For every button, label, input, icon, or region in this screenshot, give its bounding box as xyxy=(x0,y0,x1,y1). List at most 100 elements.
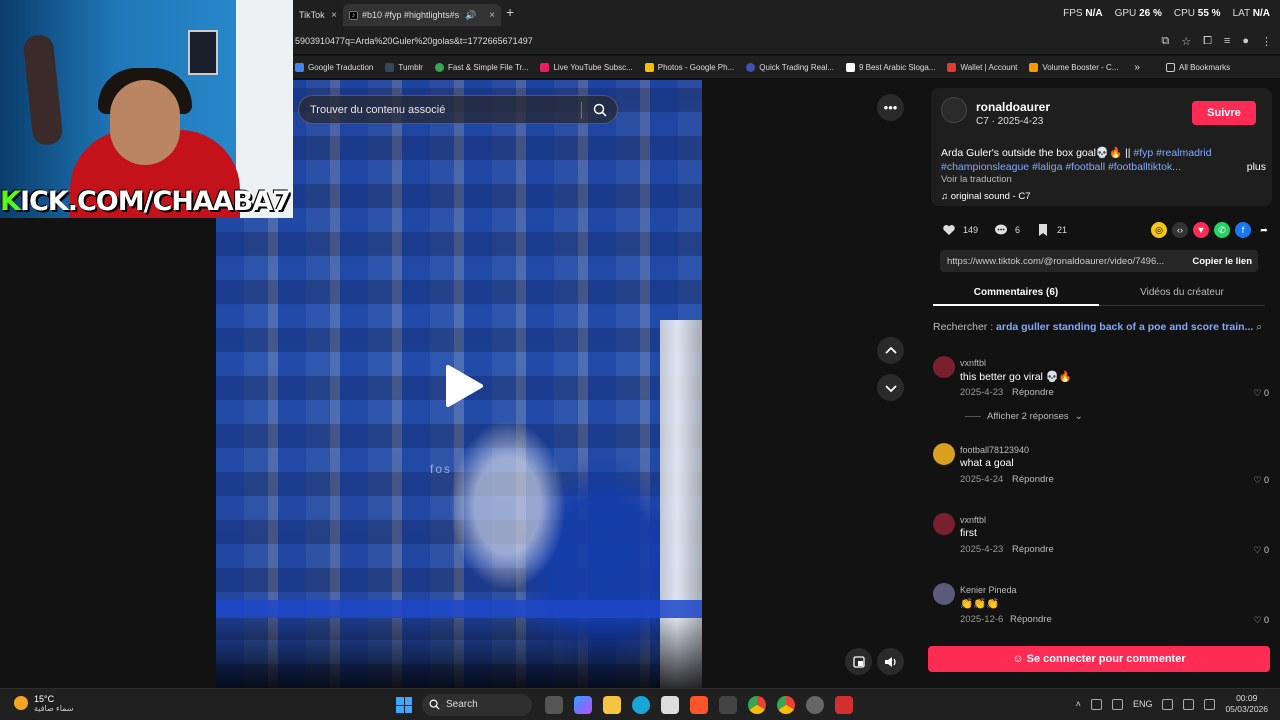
send-icon[interactable]: ▼ xyxy=(1193,222,1209,238)
hashtags[interactable]: #championsleague #laliga #football #foot… xyxy=(941,161,1181,173)
comment-user[interactable]: Kenier Pineda xyxy=(960,585,1017,595)
more-link[interactable]: plus xyxy=(1247,160,1266,174)
reply-button[interactable]: Répondre xyxy=(1012,474,1054,485)
chrome-profile-icon[interactable] xyxy=(777,696,795,714)
like-button[interactable]: 149 xyxy=(942,223,978,237)
network-icon[interactable] xyxy=(1090,698,1102,710)
more-options-icon[interactable]: ••• xyxy=(877,94,904,121)
follow-button[interactable]: Suivre xyxy=(1192,101,1256,125)
extensions-icon[interactable]: ⧠ xyxy=(1203,35,1212,48)
comment-user[interactable]: vxnftbl xyxy=(960,515,986,525)
taskbar-search[interactable]: Search xyxy=(422,694,532,716)
avatar[interactable] xyxy=(933,583,955,605)
video-bottom-shade xyxy=(216,618,702,688)
windows-start-icon[interactable] xyxy=(396,697,412,713)
chevron-up-icon[interactable]: ˄ xyxy=(1076,699,1081,709)
comment-like[interactable]: ♡ 0 xyxy=(1253,545,1269,556)
bookmark-volume-booster[interactable]: Volume Booster - C... xyxy=(1029,62,1118,72)
search-icon[interactable] xyxy=(593,103,607,117)
url-text[interactable]: 5903910477q=Arda%20Guler%20golas&t=17726… xyxy=(295,36,533,46)
weather-widget[interactable]: 15°C سماء صافية xyxy=(14,694,74,713)
creator-username[interactable]: ronaldoaurer xyxy=(976,100,1050,114)
display-icon[interactable] xyxy=(1162,698,1174,710)
embed-icon[interactable]: ‹› xyxy=(1172,222,1188,238)
hashtags[interactable]: #fyp #realmadrid xyxy=(1133,147,1211,159)
tab-comments[interactable]: Commentaires (6) xyxy=(933,287,1099,298)
comment-like[interactable]: ♡ 0 xyxy=(1253,475,1269,486)
comment-like[interactable]: ♡ 0 xyxy=(1253,615,1269,626)
comment-date: 2025-4-24 xyxy=(960,474,1004,485)
comment-like[interactable]: ♡ 0 xyxy=(1253,388,1269,399)
mini-player-icon[interactable] xyxy=(845,648,872,675)
sound-link[interactable]: ♫ original sound - C7 xyxy=(941,191,1031,202)
new-tab-button[interactable]: + xyxy=(506,4,514,20)
bookmark-tumblr[interactable]: Tumblr xyxy=(385,62,423,72)
close-icon[interactable]: × xyxy=(489,10,495,21)
bookmark-arabic-slogans[interactable]: 9 Best Arabic Sloga... xyxy=(845,62,935,72)
tab-active-video[interactable]: ♪ #b10 #fyp #hightlights#s 🔊 × xyxy=(343,4,501,26)
volume-icon[interactable] xyxy=(1183,698,1195,710)
address-bar[interactable]: 5903910477q=Arda%20Guler%20golas&t=17726… xyxy=(293,30,1280,54)
wall-poster xyxy=(188,30,218,75)
bookmark-google-photos[interactable]: Photos - Google Ph... xyxy=(644,62,734,72)
install-icon[interactable]: ⧉ xyxy=(1161,35,1169,48)
share-icon[interactable]: ➦ xyxy=(1256,222,1272,238)
bookmark-google-traduction[interactable]: Google Traduction xyxy=(295,62,373,72)
tab-tiktok[interactable]: TikTok × xyxy=(293,4,343,26)
reply-button[interactable]: Répondre xyxy=(1012,544,1054,555)
comment-count: 6 xyxy=(1015,225,1021,235)
all-bookmarks[interactable]: All Bookmarks xyxy=(1165,62,1230,72)
coin-icon[interactable]: ◎ xyxy=(1151,222,1167,238)
comment-user[interactable]: vxnftbl xyxy=(960,358,986,368)
close-icon[interactable]: × xyxy=(331,10,337,21)
login-to-comment-button[interactable]: ☺ Se connecter pour commenter xyxy=(928,646,1270,672)
tab-creator-videos[interactable]: Vidéos du créateur xyxy=(1099,287,1265,298)
more-bookmarks-icon[interactable]: » xyxy=(1134,62,1140,73)
language-indicator[interactable]: ENG xyxy=(1133,699,1153,709)
avatar[interactable] xyxy=(933,356,955,378)
play-icon[interactable] xyxy=(444,364,484,408)
file-explorer-icon[interactable] xyxy=(603,696,621,714)
mic-icon[interactable] xyxy=(1111,698,1123,710)
show-replies-button[interactable]: Afficher 2 réponses ⌄ xyxy=(965,411,1083,422)
task-view-icon[interactable] xyxy=(545,696,563,714)
app-icon[interactable] xyxy=(719,696,737,714)
save-button[interactable]: 21 xyxy=(1036,223,1067,237)
star-icon[interactable]: ☆ xyxy=(1181,35,1191,48)
reply-button[interactable]: Répondre xyxy=(1012,387,1054,398)
copilot-icon[interactable] xyxy=(574,696,592,714)
comment-button[interactable]: 6 xyxy=(994,223,1020,237)
volume-icon[interactable] xyxy=(877,648,904,675)
translate-link[interactable]: Voir la traduction xyxy=(941,174,1012,185)
speaker-icon[interactable]: 🔊 xyxy=(465,10,476,21)
avatar[interactable] xyxy=(941,97,967,123)
recorder-icon[interactable] xyxy=(806,696,824,714)
bookmark-quick-trading[interactable]: Quick Trading Real... xyxy=(746,62,834,72)
avatar[interactable] xyxy=(933,443,955,465)
menu-icon[interactable]: ⋮ xyxy=(1261,35,1272,48)
whatsapp-icon[interactable]: ✆ xyxy=(1214,222,1230,238)
media-icon[interactable]: ≡ xyxy=(1224,35,1230,48)
chevron-down-icon[interactable] xyxy=(877,374,904,401)
edge-icon[interactable] xyxy=(632,696,650,714)
brave-icon[interactable] xyxy=(690,696,708,714)
copy-link-box: https://www.tiktok.com/@ronaldoaurer/vid… xyxy=(940,250,1258,272)
clock[interactable]: 00:09 05/03/2026 xyxy=(1225,693,1268,715)
profile-icon[interactable]: ● xyxy=(1242,35,1249,48)
bookmark-file-transfer[interactable]: Fast & Simple File Tr... xyxy=(434,62,528,72)
copy-link-button[interactable]: Copier le lien xyxy=(1192,256,1252,267)
store-icon[interactable] xyxy=(661,696,679,714)
bookmark-wallet[interactable]: Wallet | Account xyxy=(947,62,1017,72)
facebook-icon[interactable]: f xyxy=(1235,222,1251,238)
chrome-icon[interactable] xyxy=(748,696,766,714)
chevron-up-icon[interactable] xyxy=(877,337,904,364)
avatar[interactable] xyxy=(933,513,955,535)
battery-icon[interactable] xyxy=(1204,698,1216,710)
reply-button[interactable]: Répondre xyxy=(1010,614,1052,625)
bookmark-youtube-subs[interactable]: Live YouTube Subsc... xyxy=(540,62,633,72)
related-content-search[interactable]: Trouver du contenu associé xyxy=(298,95,618,124)
video-link[interactable]: https://www.tiktok.com/@ronaldoaurer/vid… xyxy=(947,256,1175,267)
kick-app-icon[interactable] xyxy=(835,696,853,714)
search-suggestion[interactable]: Rechercher : arda guller standing back o… xyxy=(933,321,1273,334)
comment-user[interactable]: football78123940 xyxy=(960,445,1029,455)
